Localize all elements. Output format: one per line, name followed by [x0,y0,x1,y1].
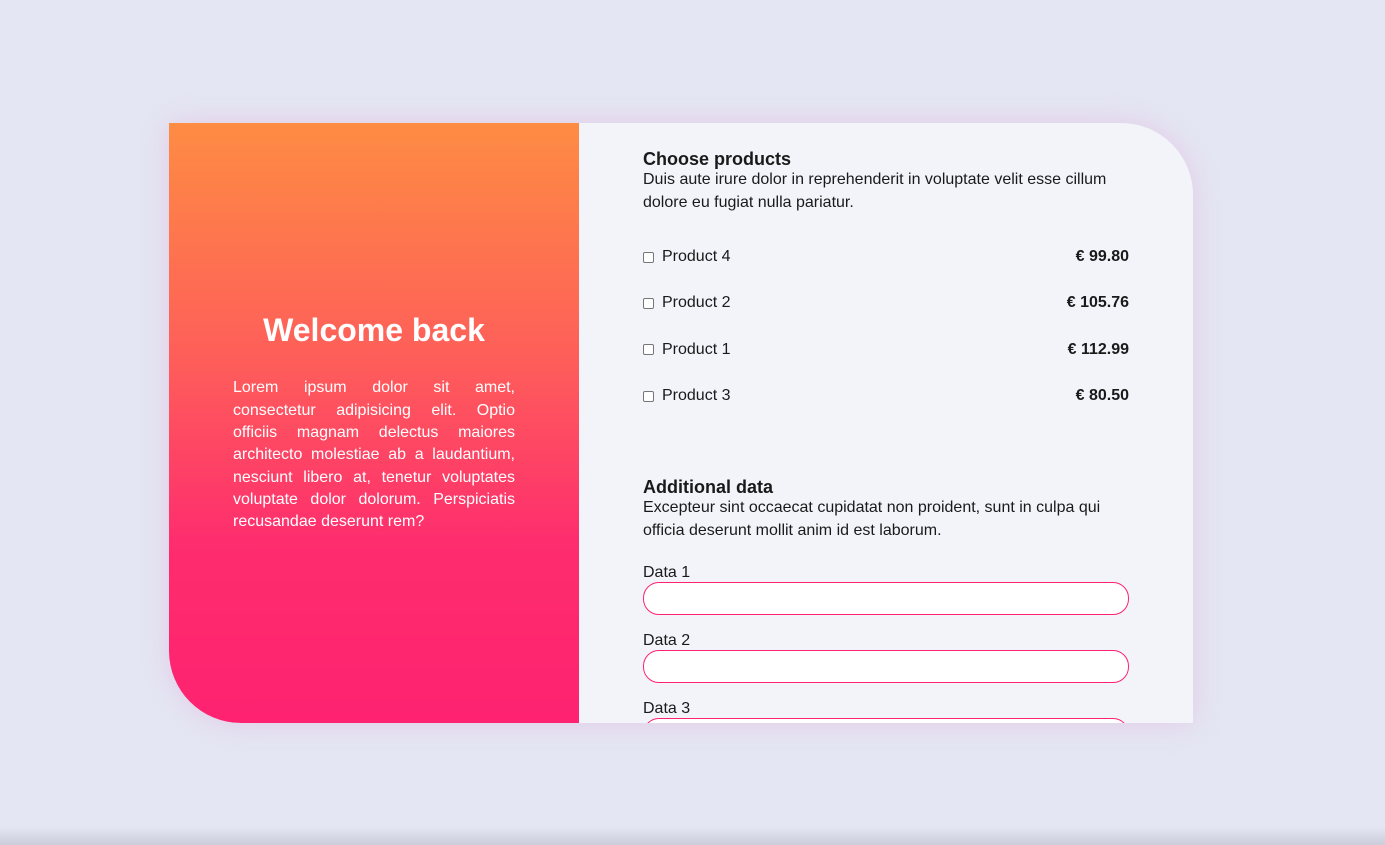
data-3-input[interactable] [643,718,1129,723]
product-name[interactable]: Product 3 [662,387,730,405]
product-row[interactable]: Product 1 € 112.99 [643,327,1129,373]
form-panel: Choose products Duis aute irure dolor in… [579,123,1193,723]
product-checkbox[interactable] [643,344,654,356]
product-option[interactable]: Product 3 [643,387,730,405]
product-list: Product 4 € 99.80 Product 2 € 105.76 Pro… [643,234,1129,419]
product-name[interactable]: Product 4 [662,248,730,266]
field-label: Data 2 [643,632,691,650]
field-data-3: Data 3 [643,700,1129,723]
product-option[interactable]: Product 4 [643,248,730,266]
products-title: Choose products [643,149,792,169]
product-row[interactable]: Product 3 € 80.50 [643,373,1129,419]
product-price: € 112.99 [1067,340,1129,358]
welcome-title: Welcome back [263,312,485,349]
welcome-text: Lorem ipsum dolor sit amet, consectetur … [233,379,515,531]
field-data-2: Data 2 [643,632,1129,684]
product-option[interactable]: Product 2 [643,294,730,312]
product-checkbox[interactable] [643,390,654,402]
product-option[interactable]: Product 1 [643,341,730,359]
product-checkbox[interactable] [643,297,654,309]
additional-title: Additional data [643,477,773,498]
field-label: Data 1 [643,564,691,582]
product-price: € 80.50 [1075,387,1129,405]
field-label: Data 3 [643,700,691,718]
product-price: € 99.80 [1075,248,1129,266]
checkout-card: Welcome back Lorem ipsum dolor sit amet,… [169,123,1193,723]
additional-data-section: Additional data Excepteur sint occaecat … [643,477,1129,723]
product-name[interactable]: Product 2 [662,294,730,312]
product-checkbox[interactable] [643,251,654,263]
products-description: Duis aute irure dolor in reprehenderit i… [643,171,1107,211]
additional-description: Excepteur sint occaecat cupidatat non pr… [643,499,1101,539]
window-bottom-edge [0,827,1385,845]
data-1-input[interactable] [643,582,1129,616]
field-data-1: Data 1 [643,564,1129,616]
welcome-panel: Welcome back Lorem ipsum dolor sit amet,… [169,123,579,723]
product-row[interactable]: Product 2 € 105.76 [643,280,1129,326]
product-name[interactable]: Product 1 [662,341,730,359]
data-2-input[interactable] [643,650,1129,684]
product-row[interactable]: Product 4 € 99.80 [643,234,1129,280]
product-price: € 105.76 [1066,294,1129,312]
